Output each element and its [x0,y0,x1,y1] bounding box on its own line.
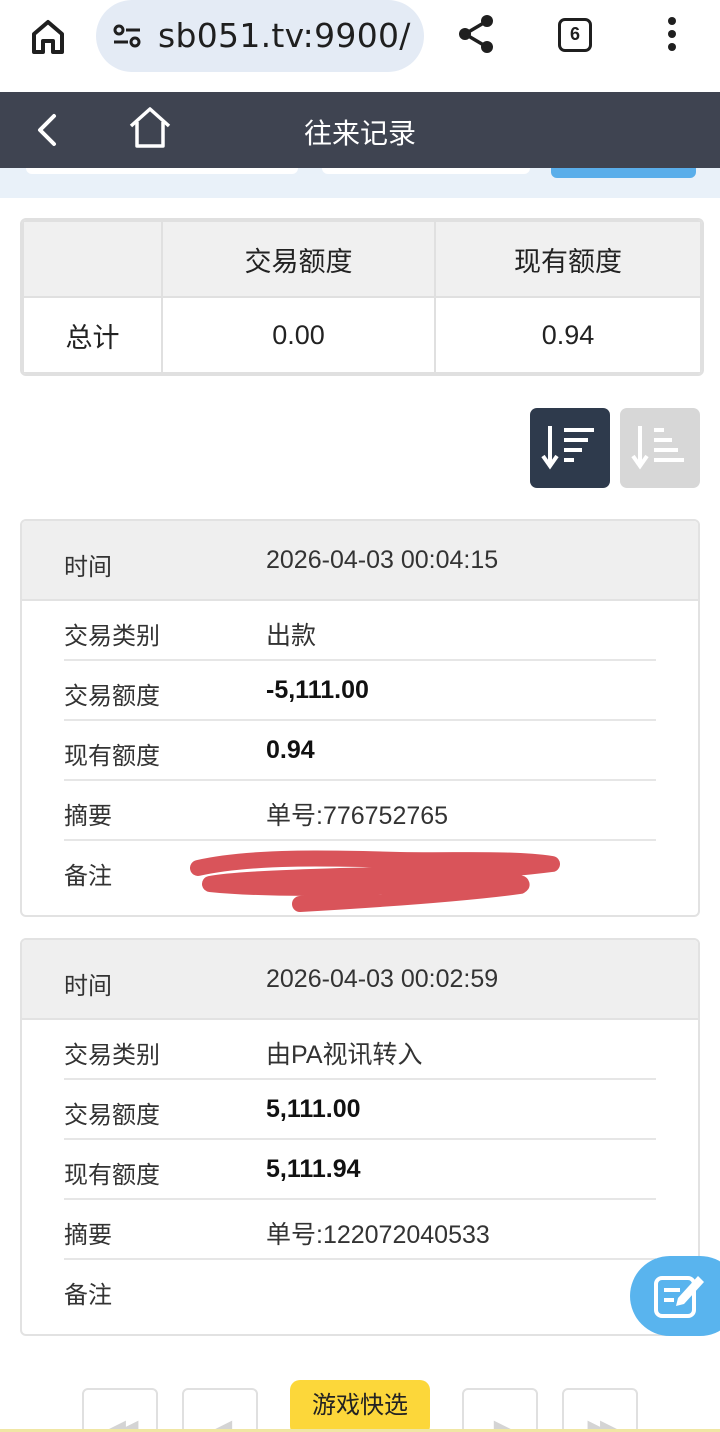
record-note-row: 备注 [64,1260,656,1320]
note-label: 备注 [64,1282,112,1309]
time-value: 2026-04-03 00:04:15 [266,546,499,574]
search-button[interactable] [551,168,696,178]
record-balance-row: 现有额度 0.94 [64,721,656,781]
time-label: 时间 [64,973,112,1000]
record-card: 时间 2026-04-03 00:02:59 交易类别 由PA视讯转入 交易额度… [20,938,700,1336]
start-date-field[interactable] [26,168,298,174]
summary-total-label: 总计 [22,296,163,374]
summary-total-balance: 0.94 [434,296,702,374]
sort-descending-button[interactable] [530,408,610,488]
record-amount-row: 交易额度 -5,111.00 [64,661,656,721]
balance-value: 5,111.94 [266,1155,361,1183]
balance-label: 现有额度 [64,743,160,770]
edit-icon [654,1276,704,1318]
end-date-field[interactable] [322,168,530,174]
summary-value: 单号:122072040533 [266,1221,490,1249]
redaction-scribble [190,850,560,912]
site-settings-icon[interactable] [112,22,142,50]
record-time-row: 时间 2026-04-03 00:02:59 [22,940,698,1020]
tab-switcher-button[interactable]: 6 [558,18,592,52]
time-label: 时间 [64,554,112,581]
first-page-button[interactable]: ◀◀ [82,1388,158,1432]
summary-header-empty [22,220,163,298]
next-page-button[interactable]: ▶ [462,1388,538,1432]
record-type-row: 交易类别 出款 [64,601,656,661]
sort-descending-icon [541,426,594,470]
more-menu-icon[interactable] [660,14,684,54]
amount-label: 交易额度 [64,1102,160,1129]
address-bar[interactable]: sb051.tv:9900/ [96,0,424,72]
summary-table: 交易额度 现有额度 总计 0.00 0.94 [20,218,704,376]
summary-label: 摘要 [64,1222,112,1249]
home-icon[interactable] [26,14,70,58]
balance-label: 现有额度 [64,1162,160,1189]
amount-value: -5,111.00 [266,676,369,704]
note-label: 备注 [64,863,112,890]
app-header: 往来记录 [0,92,720,168]
page-title: 往来记录 [303,118,416,149]
type-label: 交易类别 [64,623,160,650]
time-value: 2026-04-03 00:02:59 [266,965,499,993]
type-value: 出款 [266,622,317,650]
url-text: sb051.tv:9900/ [158,16,411,55]
sort-ascending-icon [631,426,684,470]
record-summary-row: 摘要 单号:122072040533 [64,1200,656,1260]
browser-toolbar: sb051.tv:9900/ 6 [0,0,720,90]
summary-total-transaction: 0.00 [161,296,436,374]
summary-value: 单号:776752765 [266,802,449,830]
record-balance-row: 现有额度 5,111.94 [64,1140,656,1200]
record-summary-row: 摘要 单号:776752765 [64,781,656,841]
record-type-row: 交易类别 由PA视讯转入 [64,1020,656,1080]
record-amount-row: 交易额度 5,111.00 [64,1080,656,1140]
share-icon[interactable] [456,12,496,56]
floating-edit-button[interactable] [630,1256,720,1336]
balance-value: 0.94 [266,736,315,764]
last-page-button[interactable]: ▶▶ [562,1388,638,1432]
sort-ascending-button[interactable] [620,408,700,488]
summary-header-transaction: 交易额度 [161,220,436,298]
summary-label: 摘要 [64,803,112,830]
game-quick-pick-button[interactable]: 游戏快选 [290,1380,430,1432]
amount-label: 交易额度 [64,683,160,710]
summary-header-balance: 现有额度 [434,220,702,298]
type-label: 交易类别 [64,1042,160,1069]
filter-bar [0,168,720,198]
prev-page-button[interactable]: ◀ [182,1388,258,1432]
record-time-row: 时间 2026-04-03 00:04:15 [22,521,698,601]
type-value: 由PA视讯转入 [266,1041,423,1069]
amount-value: 5,111.00 [266,1095,361,1123]
